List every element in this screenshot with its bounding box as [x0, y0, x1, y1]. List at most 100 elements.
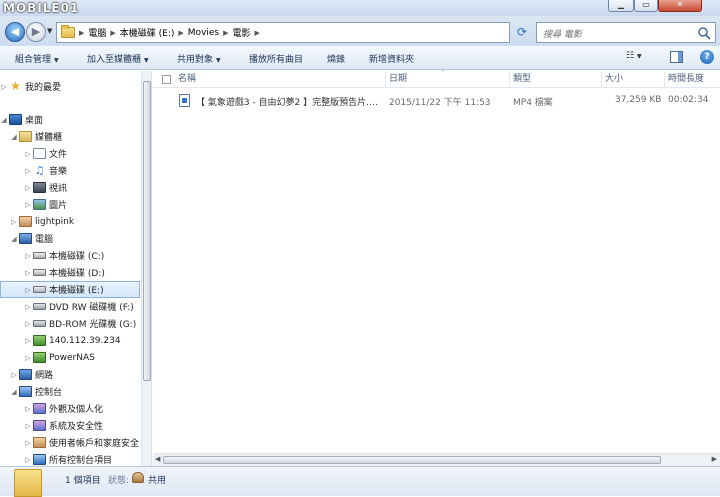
- search-icon[interactable]: [697, 26, 711, 40]
- chevron-right-icon[interactable]: ▷: [24, 252, 32, 260]
- view-options-button[interactable]: ☷ ▼: [626, 51, 642, 61]
- nav-music[interactable]: ▷ ♫ 音樂: [0, 162, 140, 179]
- nav-drive-d[interactable]: ▷ 本機磁碟 (D:): [0, 264, 140, 281]
- chevron-right-icon[interactable]: ▷: [24, 405, 32, 413]
- chevron-right-icon[interactable]: ▷: [24, 201, 32, 209]
- nav-label: 桌面: [25, 116, 44, 126]
- nav-desktop[interactable]: ◢ 桌面: [0, 111, 140, 128]
- new-folder-button[interactable]: 新增資料夾: [369, 52, 414, 65]
- nav-computer[interactable]: ◢ 電腦: [0, 230, 140, 247]
- control-panel-icon: [33, 454, 46, 465]
- maximize-button[interactable]: ▭: [634, 0, 658, 12]
- nav-videos[interactable]: ▷ 視訊: [0, 179, 140, 196]
- sort-caret-icon: ⌃: [440, 69, 446, 76]
- chevron-down-icon[interactable]: ◢: [0, 116, 8, 124]
- chevron-right-icon[interactable]: ▷: [24, 303, 32, 311]
- chevron-right-icon[interactable]: ▷: [24, 320, 32, 328]
- add-to-library-button[interactable]: 加入至媒體櫃 ▼: [87, 52, 149, 65]
- chevron-right-icon[interactable]: ▶: [223, 29, 228, 37]
- column-date[interactable]: 日期: [386, 71, 510, 88]
- burn-button[interactable]: 燒錄: [327, 52, 345, 65]
- close-button[interactable]: ✕: [658, 0, 702, 12]
- organize-label: 組合管理: [15, 55, 52, 65]
- chevron-right-icon[interactable]: ▷: [10, 371, 18, 379]
- column-length[interactable]: 時間長度: [665, 71, 720, 88]
- chevron-right-icon[interactable]: ▶: [178, 29, 183, 37]
- nav-network[interactable]: ▷ 網路: [0, 366, 140, 383]
- nav-appearance[interactable]: ▷ 外觀及個人化: [0, 400, 140, 417]
- chevron-right-icon[interactable]: ▷: [0, 83, 8, 91]
- nav-user-folder[interactable]: ▷ lightpink: [0, 213, 140, 230]
- scroll-right-icon[interactable]: ▶: [712, 455, 717, 463]
- chevron-right-icon[interactable]: ▶: [255, 29, 260, 37]
- chevron-right-icon[interactable]: ▷: [24, 269, 32, 277]
- chevron-right-icon[interactable]: ▷: [24, 184, 32, 192]
- file-list-pane: 名稱 日期 類型 大小 時間長度 ⌃ 【 氣象遊戲3 - 自由幻夢2 】完整版預…: [153, 69, 720, 466]
- recent-pages-dropdown[interactable]: ▼: [47, 27, 52, 35]
- nav-libraries[interactable]: ◢ 媒體櫃: [0, 128, 140, 145]
- chevron-down-icon[interactable]: ◢: [10, 133, 18, 141]
- column-size[interactable]: 大小: [602, 71, 665, 88]
- chevron-right-icon[interactable]: ▷: [24, 354, 32, 362]
- drive-icon: [33, 286, 46, 293]
- nav-user-accounts[interactable]: ▷ 使用者帳戶和家庭安全: [0, 434, 140, 451]
- breadcrumb-computer[interactable]: 電腦: [88, 26, 106, 39]
- nav-powernas[interactable]: ▷ PowerNAS: [0, 349, 140, 366]
- play-all-button[interactable]: 播放所有曲目: [249, 52, 303, 65]
- nav-scrollbar[interactable]: [141, 71, 151, 466]
- forward-button[interactable]: ▶: [26, 22, 46, 42]
- scroll-left-icon[interactable]: ◀: [155, 455, 160, 463]
- file-row[interactable]: 【 氣象遊戲3 - 自由幻夢2 】完整版預告片.… 2015/11/22 下午 …: [172, 93, 720, 109]
- share-label: 共用對象: [177, 55, 214, 65]
- chevron-right-icon[interactable]: ▶: [79, 29, 84, 37]
- chevron-right-icon[interactable]: ▷: [24, 422, 32, 430]
- chevron-down-icon[interactable]: ◢: [10, 388, 18, 396]
- file-type: MP4 檔案: [513, 98, 553, 108]
- column-name[interactable]: 名稱: [175, 71, 386, 88]
- chevron-right-icon[interactable]: ▷: [24, 150, 32, 158]
- nav-all-cp-items[interactable]: ▷ 所有控制台項目: [0, 451, 140, 466]
- search-input[interactable]: 搜尋 電影: [536, 22, 716, 43]
- chevron-right-icon[interactable]: ▷: [24, 439, 32, 447]
- share-with-button[interactable]: 共用對象 ▼: [177, 52, 221, 65]
- address-bar[interactable]: ▶ 電腦 ▶ 本機磁碟 (E:) ▶ Movies ▶ 電影 ▶ ▼: [56, 22, 559, 43]
- refresh-icon[interactable]: ⟳: [512, 22, 532, 43]
- preview-pane-button[interactable]: [670, 51, 683, 63]
- nav-dvd-drive[interactable]: ▷ DVD RW 磁碟機 (F:): [0, 298, 140, 315]
- nav-label: 控制台: [35, 388, 63, 398]
- nav-drive-e[interactable]: ▷ 本機磁碟 (E:): [0, 281, 140, 298]
- horizontal-scrollbar[interactable]: ◀ ▶: [153, 453, 720, 466]
- nav-control-panel[interactable]: ◢ 控制台: [0, 383, 140, 400]
- column-type[interactable]: 類型: [510, 71, 602, 88]
- chevron-right-icon[interactable]: ▷: [24, 456, 32, 464]
- nav-system-security[interactable]: ▷ 系統及安全性: [0, 417, 140, 434]
- chevron-down-icon: ▼: [144, 57, 149, 64]
- nav-scrollbar-thumb[interactable]: [143, 81, 151, 381]
- nav-pictures[interactable]: ▷ 圖片: [0, 196, 140, 213]
- help-button[interactable]: ?: [700, 50, 714, 64]
- minimize-button[interactable]: ▁: [608, 0, 634, 12]
- chevron-right-icon[interactable]: ▷: [10, 218, 18, 226]
- horizontal-scrollbar-thumb[interactable]: [163, 456, 661, 464]
- back-button[interactable]: ◀: [5, 22, 25, 42]
- chevron-right-icon[interactable]: ▷: [24, 337, 32, 345]
- nav-drive-c[interactable]: ▷ 本機磁碟 (C:): [0, 247, 140, 264]
- chevron-right-icon[interactable]: ▷: [24, 167, 32, 175]
- chevron-right-icon[interactable]: ▷: [24, 286, 32, 294]
- network-drive-icon: [33, 352, 46, 363]
- add-library-label: 加入至媒體櫃: [87, 55, 142, 65]
- chevron-right-icon[interactable]: ▶: [110, 29, 115, 37]
- chevron-down-icon[interactable]: ◢: [10, 235, 18, 243]
- select-all-checkbox[interactable]: [162, 75, 171, 84]
- shared-users-icon: [132, 472, 144, 483]
- breadcrumb-movies[interactable]: Movies: [188, 28, 219, 38]
- nav-documents[interactable]: ▷ 文件: [0, 145, 140, 162]
- organize-button[interactable]: 組合管理 ▼: [15, 52, 59, 65]
- breadcrumb-drive-e[interactable]: 本機磁碟 (E:): [120, 26, 175, 39]
- nav-bd-drive[interactable]: ▷ BD-ROM 光碟機 (G:): [0, 315, 140, 332]
- breadcrumb-current[interactable]: 電影: [233, 26, 251, 39]
- nav-network-location[interactable]: ▷ 140.112.39.234: [0, 332, 140, 349]
- nav-favorites[interactable]: ▷ ★ 我的最愛: [0, 78, 140, 95]
- users-icon: [33, 437, 46, 448]
- nav-label: 媒體櫃: [35, 133, 63, 143]
